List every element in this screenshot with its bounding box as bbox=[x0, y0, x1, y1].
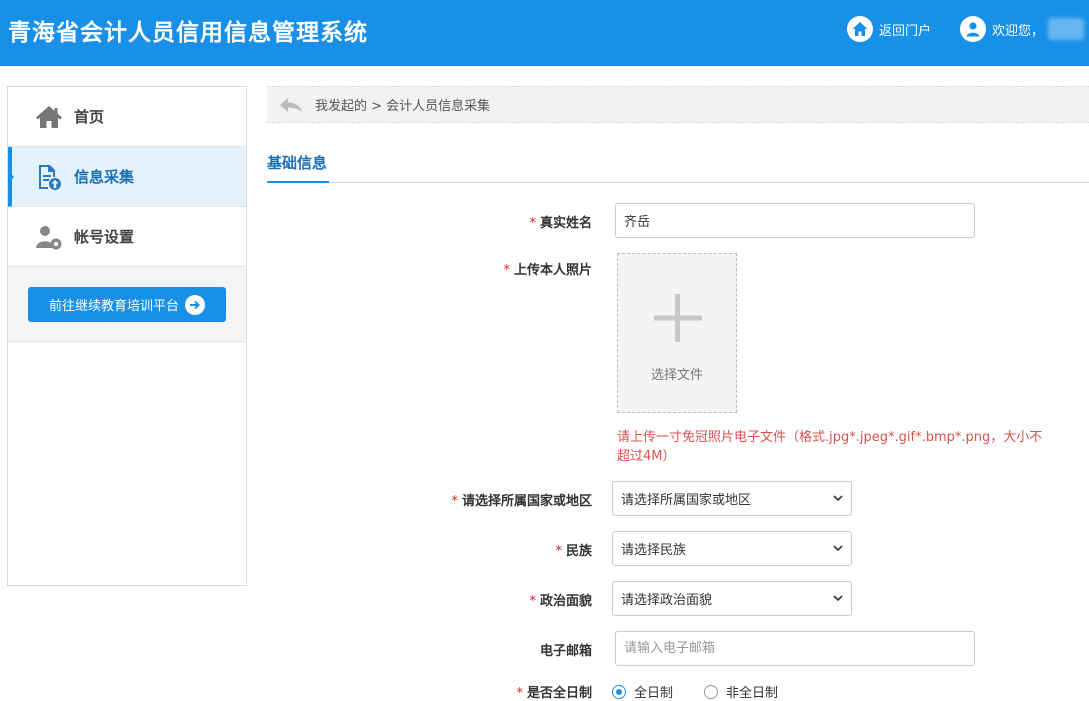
required-mark: * bbox=[529, 594, 536, 609]
fulltime-radio-no[interactable]: 非全日制 bbox=[704, 682, 778, 701]
country-label-text: 请选择所属国家或地区 bbox=[461, 494, 592, 509]
account-settings-icon bbox=[34, 222, 64, 252]
user-welcome[interactable]: 欢迎您， bbox=[960, 15, 1085, 43]
email-label-text: 电子邮箱 bbox=[539, 644, 592, 659]
user-icon bbox=[960, 16, 986, 42]
radio-selected-icon bbox=[612, 684, 626, 699]
arrow-right-icon bbox=[185, 294, 205, 315]
photo-hint: 请上传一寸免冠照片电子文件（格式.jpg*.jpeg*.gif*.bmp*.pn… bbox=[617, 430, 1043, 464]
email-input[interactable] bbox=[615, 631, 975, 666]
back-arrow-icon[interactable] bbox=[279, 97, 303, 113]
top-header: 青海省会计人员信用信息管理系统 返回门户 欢迎您， bbox=[0, 0, 1089, 66]
real-name-label: * 真实姓名 bbox=[529, 212, 592, 231]
training-platform-label: 前往继续教育培训平台 bbox=[48, 299, 179, 314]
chevron-down-icon bbox=[833, 541, 843, 556]
photo-upload-box[interactable]: 选择文件 bbox=[617, 253, 737, 413]
chevron-down-icon bbox=[833, 591, 843, 606]
ethnicity-select[interactable]: 请选择民族 bbox=[612, 531, 852, 566]
info-collect-icon bbox=[34, 162, 64, 192]
upload-choose-file-text: 选择文件 bbox=[650, 368, 703, 383]
sidebar: 首页 信息采集 帐号设置 前往继续教育培训平台 bbox=[7, 86, 247, 586]
return-portal-link[interactable]: 返回门户 bbox=[847, 15, 931, 43]
radio-label: 非全日制 bbox=[726, 686, 779, 701]
system-title: 青海省会计人员信用信息管理系统 bbox=[8, 20, 368, 46]
welcome-label: 欢迎您， bbox=[992, 23, 1045, 39]
radio-label: 全日制 bbox=[634, 686, 674, 701]
real-name-input[interactable] bbox=[615, 203, 975, 238]
fulltime-radio-yes[interactable]: 全日制 bbox=[612, 682, 673, 701]
ethnicity-select-value: 请选择民族 bbox=[621, 543, 687, 558]
breadcrumb-text: 我发起的 > 会计人员信息采集 bbox=[315, 99, 491, 114]
ethnicity-label-text: 民族 bbox=[565, 544, 592, 559]
home-icon bbox=[34, 102, 64, 132]
tab-divider bbox=[267, 182, 1089, 183]
plus-icon bbox=[654, 294, 702, 346]
country-select[interactable]: 请选择所属国家或地区 bbox=[612, 481, 852, 516]
tab-basic-info[interactable]: 基础信息 bbox=[267, 152, 330, 183]
fulltime-label: * 是否全日制 bbox=[516, 682, 592, 701]
sidebar-item-label: 首页 bbox=[74, 108, 105, 126]
email-label: 电子邮箱 bbox=[540, 640, 592, 659]
sidebar-item-label: 信息采集 bbox=[74, 168, 135, 186]
photo-label: * 上传本人照片 bbox=[503, 259, 592, 278]
home-icon bbox=[847, 16, 873, 42]
photo-label-text: 上传本人照片 bbox=[513, 263, 592, 278]
political-label-text: 政治面貌 bbox=[539, 594, 592, 609]
sidebar-item-home[interactable]: 首页 bbox=[8, 87, 246, 147]
required-mark: * bbox=[503, 263, 510, 278]
political-select[interactable]: 请选择政治面貌 bbox=[612, 581, 852, 616]
username-blurred bbox=[1048, 18, 1085, 40]
sidebar-item-label: 帐号设置 bbox=[74, 228, 135, 246]
political-label: * 政治面貌 bbox=[529, 590, 592, 609]
sidebar-item-account-settings[interactable]: 帐号设置 bbox=[8, 207, 246, 267]
breadcrumb: 我发起的 > 会计人员信息采集 bbox=[267, 86, 1089, 123]
political-select-value: 请选择政治面貌 bbox=[621, 593, 713, 608]
country-label: * 请选择所属国家或地区 bbox=[451, 490, 592, 509]
training-button-area: 前往继续教育培训平台 bbox=[8, 267, 246, 342]
ethnicity-label: * 民族 bbox=[555, 540, 592, 559]
training-platform-button[interactable]: 前往继续教育培训平台 bbox=[28, 287, 226, 322]
required-mark: * bbox=[451, 494, 458, 509]
country-select-value: 请选择所属国家或地区 bbox=[621, 493, 752, 508]
required-mark: * bbox=[516, 686, 523, 701]
radio-unselected-icon bbox=[704, 684, 718, 699]
required-mark: * bbox=[529, 216, 536, 231]
sidebar-item-info-collect[interactable]: 信息采集 bbox=[8, 147, 246, 207]
required-mark: * bbox=[555, 544, 562, 559]
real-name-label-text: 真实姓名 bbox=[539, 216, 592, 231]
return-portal-label: 返回门户 bbox=[879, 23, 932, 39]
fulltime-label-text: 是否全日制 bbox=[526, 686, 592, 701]
chevron-down-icon bbox=[833, 491, 843, 506]
